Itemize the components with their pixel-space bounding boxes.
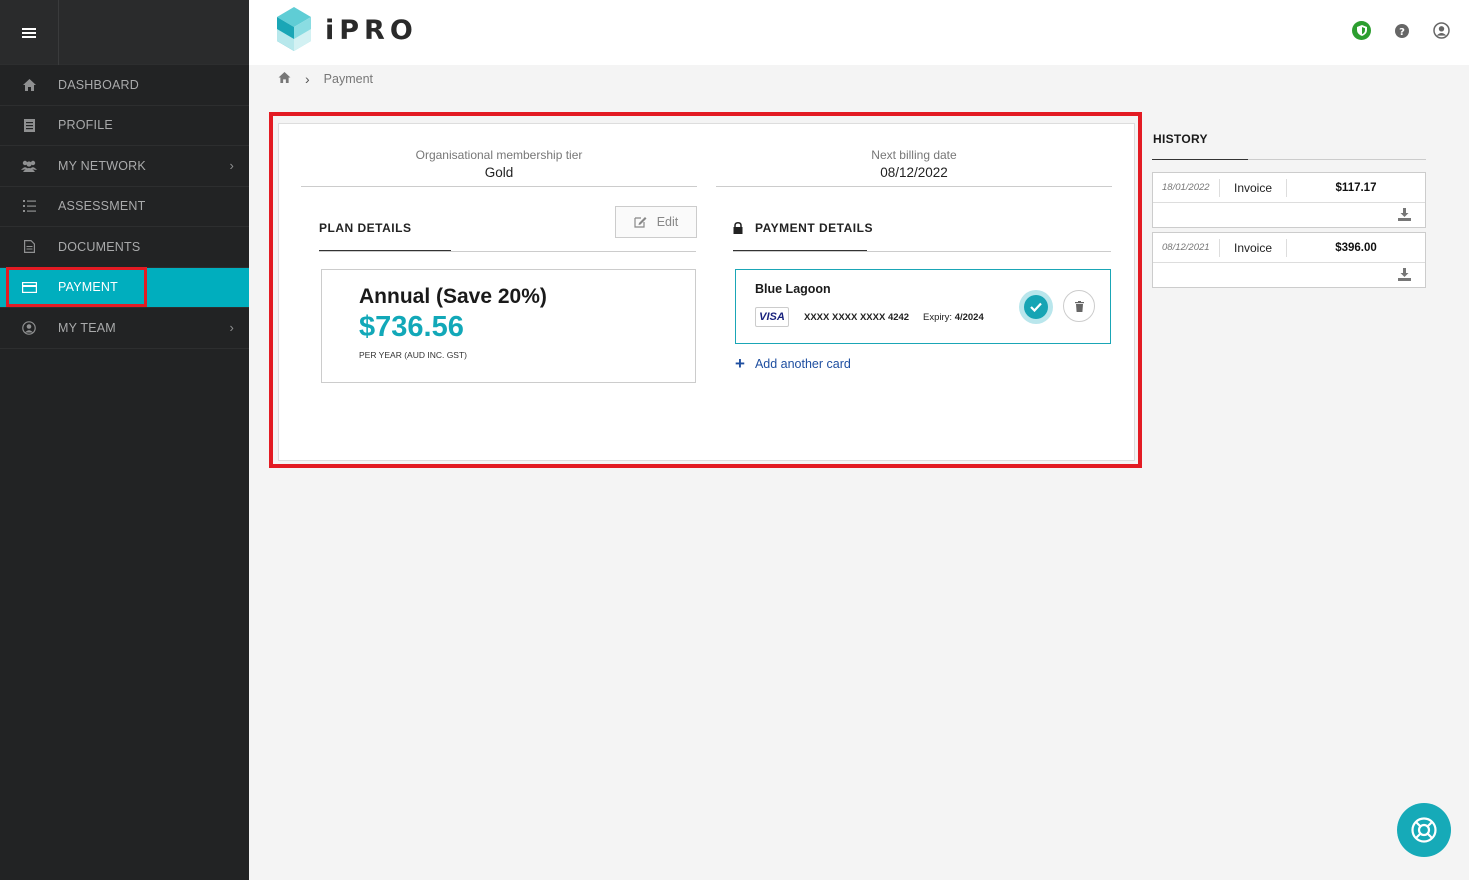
chevron-right-icon: › xyxy=(229,158,234,173)
users-icon xyxy=(0,160,58,172)
delete-card-button[interactable] xyxy=(1063,290,1095,322)
card-expiry: Expiry: 4/2024 xyxy=(923,312,984,323)
sidebar-item-my-team[interactable]: MY TEAM › xyxy=(0,308,249,349)
sidebar-item-label: PROFILE xyxy=(58,118,113,133)
plan-name: Annual (Save 20%) xyxy=(359,285,547,308)
sidebar-item-assessment[interactable]: ASSESSMENT xyxy=(0,187,249,227)
hamburger-icon xyxy=(22,26,36,40)
breadcrumb-separator: › xyxy=(305,71,310,87)
default-card-check[interactable] xyxy=(1019,290,1053,324)
support-button[interactable] xyxy=(1397,803,1451,857)
invoice-date: 08/12/2021 xyxy=(1153,238,1220,257)
file-icon xyxy=(0,240,58,254)
plan-price: $736.56 xyxy=(359,311,464,343)
billing-value: 08/12/2022 xyxy=(880,165,948,180)
payment-card: Organisational membership tier Gold Next… xyxy=(278,123,1135,461)
home-icon xyxy=(0,78,58,91)
document-icon xyxy=(0,118,58,132)
user-circle-icon xyxy=(0,320,58,335)
sidebar-item-label: PAYMENT xyxy=(58,280,118,295)
sidebar-item-profile[interactable]: PROFILE xyxy=(0,106,249,146)
download-icon[interactable] xyxy=(1398,208,1411,221)
logo-text: iPRO xyxy=(325,14,418,46)
edit-icon xyxy=(634,217,647,228)
sidebar-item-label: DASHBOARD xyxy=(58,77,139,92)
sidebar-item-label: DOCUMENTS xyxy=(58,239,141,254)
invoice-amount: $396.00 xyxy=(1335,241,1377,254)
breadcrumb: › Payment xyxy=(278,71,373,87)
download-icon[interactable] xyxy=(1398,268,1411,281)
sidebar-item-label: MY NETWORK xyxy=(58,158,146,173)
home-icon[interactable] xyxy=(278,72,291,86)
shield-icon[interactable] xyxy=(1352,21,1371,40)
plan-details-title: PLAN DETAILS xyxy=(319,221,412,235)
visa-logo-icon: VISA xyxy=(755,307,789,327)
expiry-value: 4/2024 xyxy=(954,312,984,323)
help-icon[interactable]: ? xyxy=(1392,21,1411,40)
sidebar-item-documents[interactable]: DOCUMENTS xyxy=(0,227,249,268)
sidebar-item-label: MY TEAM xyxy=(58,320,116,335)
plus-icon: + xyxy=(735,354,745,373)
credit-card-icon xyxy=(0,281,58,293)
saved-card[interactable]: Blue Lagoon VISA XXXX XXXX XXXX 4242 Exp… xyxy=(735,269,1111,344)
add-card-label: Add another card xyxy=(754,357,851,371)
lock-icon xyxy=(733,221,743,239)
invoice-date: 18/01/2022 xyxy=(1153,178,1220,197)
sidebar-item-dashboard[interactable]: DASHBOARD xyxy=(0,65,249,106)
invoice-item: 18/01/2022 Invoice $117.17 xyxy=(1152,172,1426,228)
user-account-icon[interactable] xyxy=(1432,21,1451,40)
sidebar-item-label: ASSESSMENT xyxy=(58,199,146,214)
history-title: HISTORY xyxy=(1153,132,1208,146)
breadcrumb-current: Payment xyxy=(323,72,374,86)
app-logo[interactable]: iPRO xyxy=(277,7,418,53)
sidebar-item-my-network[interactable]: MY NETWORK › xyxy=(0,146,249,187)
invoice-label: Invoice xyxy=(1220,238,1287,257)
plan-box: Annual (Save 20%) $736.56 PER YEAR (AUD … xyxy=(321,269,696,383)
sidebar-nav: DASHBOARD PROFILE MY NETWORK › ASSESSMEN… xyxy=(0,65,249,349)
tier-value: Gold xyxy=(484,165,514,180)
membership-tier-summary: Organisational membership tier Gold xyxy=(301,148,697,187)
card-name: Blue Lagoon xyxy=(755,282,831,296)
chevron-right-icon: › xyxy=(229,320,234,335)
sidebar: DASHBOARD PROFILE MY NETWORK › ASSESSMEN… xyxy=(0,0,249,880)
history-underline xyxy=(1152,159,1426,160)
invoice-item: 08/12/2021 Invoice $396.00 xyxy=(1152,232,1426,288)
billing-label: Next billing date xyxy=(871,148,957,162)
edit-label: Edit xyxy=(656,215,679,229)
top-header: iPRO ? xyxy=(249,0,1469,65)
menu-toggle-button[interactable] xyxy=(0,0,59,65)
invoice-amount: $117.17 xyxy=(1335,181,1377,194)
expiry-label: Expiry: xyxy=(923,312,953,323)
payment-details-underline xyxy=(733,250,1111,252)
card-number: XXXX XXXX XXXX 4242 xyxy=(804,312,910,323)
next-billing-summary: Next billing date 08/12/2022 xyxy=(716,148,1112,187)
plan-period: PER YEAR (AUD INC. GST) xyxy=(359,350,467,360)
lifebuoy-icon xyxy=(1411,817,1437,843)
check-icon xyxy=(1024,295,1048,319)
list-icon xyxy=(0,200,58,213)
payment-details-title: PAYMENT DETAILS xyxy=(755,221,873,235)
trash-icon xyxy=(1074,300,1084,312)
tier-label: Organisational membership tier xyxy=(415,148,583,162)
invoice-label: Invoice xyxy=(1220,178,1287,197)
add-card-button[interactable]: + Add another card xyxy=(735,354,851,374)
ipro-logo-icon xyxy=(277,7,311,51)
sidebar-item-payment[interactable]: PAYMENT xyxy=(0,267,249,308)
header-actions: ? xyxy=(1352,21,1451,40)
edit-plan-button[interactable]: Edit xyxy=(615,206,697,238)
sidebar-top xyxy=(0,0,249,65)
plan-details-underline xyxy=(319,250,696,252)
svg-text:?: ? xyxy=(1399,27,1405,38)
